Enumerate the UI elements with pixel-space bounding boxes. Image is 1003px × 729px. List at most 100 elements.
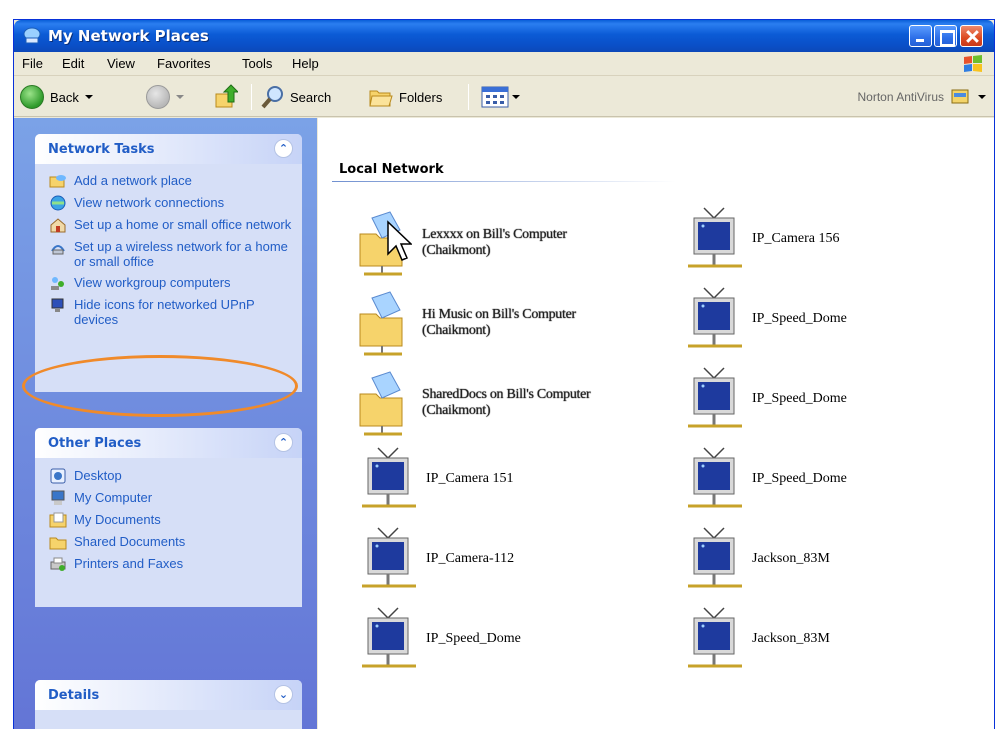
task-label: Add a network place (74, 173, 192, 188)
network-item[interactable]: IP_Speed_Dome (684, 284, 984, 354)
maximize-button[interactable] (934, 25, 957, 47)
printer-icon (50, 557, 66, 571)
item-label: Hi Music on Bill's Computer (Chaikmont) (422, 307, 576, 338)
collapse-chevron-icon[interactable]: ⌃ (274, 139, 293, 158)
place-shared-documents[interactable]: Shared Documents (35, 534, 302, 550)
item-label: IP_Camera 156 (752, 231, 840, 246)
network-tasks-title: Network Tasks (48, 142, 155, 157)
network-item[interactable]: SharedDocs on Bill's Computer (Chaikmont… (354, 368, 654, 438)
menu-help[interactable]: Help (292, 56, 319, 71)
item-label: IP_Speed_Dome (752, 391, 847, 406)
upnp-device-icon (362, 447, 416, 508)
place-label: My Computer (74, 490, 153, 505)
place-printers-and-faxes[interactable]: Printers and Faxes (35, 556, 302, 572)
network-tasks-box: Network Tasks ⌃ Add a network place View… (35, 134, 302, 392)
wireless-network-icon (51, 245, 65, 255)
network-item[interactable]: IP_Speed_Dome (684, 444, 984, 514)
task-setup-home-network[interactable]: Set up a home or small office network (35, 217, 302, 233)
title-bar[interactable]: My Network Places (14, 20, 994, 52)
views-button[interactable] (480, 83, 520, 111)
menu-tools[interactable]: Tools (242, 56, 272, 71)
upnp-device-icon (51, 298, 64, 312)
collapse-chevron-icon[interactable]: ⌃ (274, 433, 293, 452)
upnp-device-icon (688, 447, 742, 508)
details-title: Details (48, 688, 100, 703)
network-item[interactable]: IP_Camera 156 (684, 204, 984, 274)
window-title: My Network Places (48, 27, 209, 45)
item-label: IP_Speed_Dome (752, 471, 847, 486)
forward-arrow-icon (146, 85, 170, 109)
search-button[interactable]: Search (260, 83, 331, 111)
task-add-network-place[interactable]: Add a network place (35, 173, 302, 189)
task-setup-wireless-network[interactable]: Set up a wireless network for a home or … (35, 239, 302, 269)
menu-edit[interactable]: Edit (62, 56, 84, 71)
network-tasks-header[interactable]: Network Tasks ⌃ (35, 134, 302, 164)
item-label: Lexxxx on Bill's Computer (Chaikmont) (422, 227, 567, 258)
forward-button[interactable] (146, 83, 184, 111)
folders-button[interactable]: Folders (368, 83, 442, 111)
add-network-place-icon (49, 175, 66, 188)
task-view-network-connections[interactable]: View network connections (35, 195, 302, 211)
network-item[interactable]: IP_Camera-112 (358, 524, 658, 594)
windows-logo-icon (964, 55, 982, 72)
menu-favorites[interactable]: Favorites (157, 56, 210, 71)
toolbar-separator (251, 84, 252, 110)
my-documents-icon (49, 512, 67, 528)
place-my-computer[interactable]: My Computer (35, 490, 302, 506)
minimize-button[interactable] (909, 25, 932, 47)
network-item[interactable]: IP_Camera 151 (358, 444, 658, 514)
shared-folder-icon (359, 371, 403, 436)
other-places-box: Other Places ⌃ Desktop My Computer My Do… (35, 428, 302, 607)
menu-view[interactable]: View (107, 56, 135, 71)
item-label: Jackson_83M (752, 631, 830, 646)
network-connections-icon (50, 195, 66, 211)
norton-antivirus-button[interactable]: Norton AntiVirus (857, 87, 986, 107)
close-button[interactable] (960, 25, 983, 47)
task-hide-upnp-icons[interactable]: Hide icons for networked UPnP devices (35, 297, 302, 327)
content-pane: Local Network Lexxxx on Bill's Computer … (318, 118, 994, 729)
task-label: Hide icons for networked UPnP devices (74, 297, 255, 327)
network-item[interactable]: Hi Music on Bill's Computer (Chaikmont) (354, 288, 654, 358)
task-pane: Network Tasks ⌃ Add a network place View… (14, 118, 317, 729)
shared-documents-icon (49, 537, 67, 550)
task-label: Set up a wireless network for a home or … (74, 239, 288, 269)
chevron-down-icon (978, 95, 986, 99)
explorer-window: My Network Places File Edit View Favorit… (13, 19, 995, 729)
workgroup-computers-icon (51, 277, 64, 290)
upnp-device-icon (688, 207, 742, 268)
desktop-icon (50, 468, 66, 484)
back-button[interactable]: Back (20, 83, 93, 111)
network-item[interactable]: IP_Speed_Dome (684, 364, 984, 434)
place-label: Shared Documents (74, 534, 186, 549)
norton-label: Norton AntiVirus (857, 90, 945, 104)
mouse-cursor-icon (387, 220, 412, 261)
place-my-documents[interactable]: My Documents (35, 512, 302, 528)
place-label: Desktop (74, 468, 122, 483)
other-places-header[interactable]: Other Places ⌃ (35, 428, 302, 458)
up-folder-button[interactable] (214, 83, 238, 111)
expand-chevron-icon[interactable]: ⌄ (274, 685, 293, 704)
chevron-down-icon (176, 95, 184, 99)
home-network-icon (50, 218, 66, 233)
upnp-device-icon (362, 607, 416, 668)
item-label: Jackson_83M (752, 551, 830, 566)
folders-label: Folders (399, 89, 443, 105)
toolbar-separator (468, 84, 469, 110)
upnp-device-icon (688, 287, 742, 348)
network-item[interactable]: Jackson_83M (684, 604, 984, 674)
upnp-device-icon (688, 527, 742, 588)
place-desktop[interactable]: Desktop (35, 468, 302, 484)
task-view-workgroup-computers[interactable]: View workgroup computers (35, 275, 302, 291)
network-item[interactable]: IP_Speed_Dome (358, 604, 658, 674)
details-header[interactable]: Details ⌄ (35, 680, 302, 710)
chevron-down-icon (512, 95, 520, 99)
up-folder-icon (215, 84, 238, 108)
item-label: IP_Speed_Dome (752, 311, 847, 326)
network-item[interactable]: Jackson_83M (684, 524, 984, 594)
menu-file[interactable]: File (22, 56, 43, 71)
search-label: Search (290, 89, 332, 105)
task-label: View network connections (74, 195, 225, 210)
item-label: SharedDocs on Bill's Computer (Chaikmont… (422, 387, 591, 418)
task-label: Set up a home or small office network (74, 217, 292, 232)
other-places-title: Other Places (48, 436, 142, 451)
